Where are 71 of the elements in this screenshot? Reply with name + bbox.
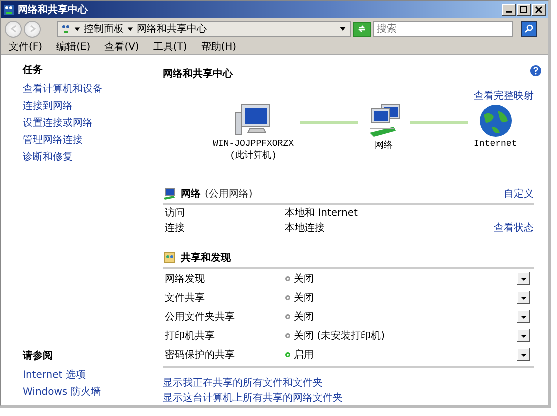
network-icon	[163, 188, 177, 200]
dropdown-arrow-icon[interactable]	[339, 25, 347, 33]
setting-value: 关闭	[294, 272, 314, 286]
minimize-icon	[506, 11, 512, 13]
setting-value: 关闭	[294, 310, 314, 324]
page-title: 网络和共享中心	[163, 67, 233, 81]
caret-icon[interactable]	[127, 26, 134, 32]
expand-button[interactable]	[517, 310, 530, 323]
search-icon	[524, 24, 534, 34]
setting-label: 打印机共享	[165, 330, 216, 342]
section-heading: 共享和发现	[181, 251, 231, 265]
row-value: 本地连接	[285, 222, 326, 234]
node-sublabel: (此计算机)	[230, 150, 277, 162]
node-label: WIN-JOJPPFXORZX	[213, 139, 294, 149]
setting-label: 文件共享	[165, 292, 206, 304]
section-heading: 任务	[23, 64, 44, 77]
setting-label: 网络发现	[165, 272, 206, 286]
setting-value: 启用	[294, 348, 314, 362]
task-link[interactable]: 管理网络连接	[23, 133, 163, 147]
menu-item[interactable]: 查看(V)	[104, 40, 140, 54]
row-label: 连接	[165, 222, 186, 234]
search-field[interactable]: 搜索	[373, 21, 513, 37]
setting-value: 关闭 (未安装打印机)	[294, 330, 385, 342]
breadcrumb[interactable]: 网络和共享中心	[137, 22, 207, 36]
section-heading: 请参阅	[23, 350, 54, 363]
menu-item[interactable]: 文件(F)	[9, 40, 43, 54]
refresh-button[interactable]	[353, 22, 371, 36]
expand-button[interactable]	[517, 272, 530, 285]
shared-files-link[interactable]: 显示我正在共享的所有文件和文件夹	[163, 376, 534, 390]
caret-icon[interactable]	[74, 26, 81, 32]
network-icon	[61, 24, 71, 34]
view-status-link[interactable]: 查看状态	[494, 220, 534, 234]
menu-item[interactable]: 帮助(H)	[201, 40, 237, 54]
see-also-link[interactable]: Windows 防火墙	[23, 385, 163, 399]
see-also-link[interactable]: Internet 选项	[23, 368, 163, 382]
refresh-arrows-icon	[357, 24, 367, 34]
expand-button[interactable]	[517, 291, 530, 304]
row-value: 本地和 Internet	[285, 206, 359, 220]
task-link[interactable]: 查看计算机和设备	[23, 82, 163, 96]
window-title: 网络和共享中心	[18, 3, 88, 16]
address-bar[interactable]: 控制面板 网络和共享中心	[57, 21, 351, 37]
shared-files-link[interactable]: 显示这台计算机上所有共享的网络文件夹	[163, 391, 534, 405]
network-icon	[3, 4, 15, 16]
expand-button[interactable]	[517, 329, 530, 342]
connection-line	[300, 121, 358, 124]
search-button[interactable]	[521, 21, 537, 37]
task-link[interactable]: 设置连接或网络	[23, 116, 163, 130]
setting-value: 关闭	[294, 292, 314, 304]
breadcrumb[interactable]: 控制面板	[84, 22, 124, 36]
close-button[interactable]	[532, 4, 546, 16]
task-link[interactable]: 连接到网络	[23, 99, 163, 113]
sharing-icon	[163, 252, 177, 264]
help-icon[interactable]	[530, 65, 542, 77]
node-label: 网络	[375, 140, 394, 152]
menu-item[interactable]: 编辑(E)	[56, 40, 91, 54]
maximize-button[interactable]	[517, 4, 531, 16]
expand-button[interactable]	[517, 348, 530, 361]
row-label: 访问	[165, 206, 186, 220]
menu-item[interactable]: 工具(T)	[153, 40, 188, 54]
node-label: Internet	[474, 139, 518, 149]
minimize-button[interactable]	[502, 4, 516, 16]
network-type: (公用网络)	[205, 188, 253, 201]
connection-line	[410, 121, 468, 124]
setting-label: 密码保护的共享	[165, 348, 236, 362]
task-link[interactable]: 诊断和修复	[23, 150, 163, 164]
maximize-icon	[520, 6, 528, 14]
full-map-link[interactable]: 查看完整映射	[474, 89, 534, 103]
customize-link[interactable]: 自定义	[504, 187, 534, 201]
network-name: 网络	[181, 188, 201, 201]
setting-label: 公用文件夹共享	[165, 310, 236, 324]
close-icon	[535, 6, 543, 14]
